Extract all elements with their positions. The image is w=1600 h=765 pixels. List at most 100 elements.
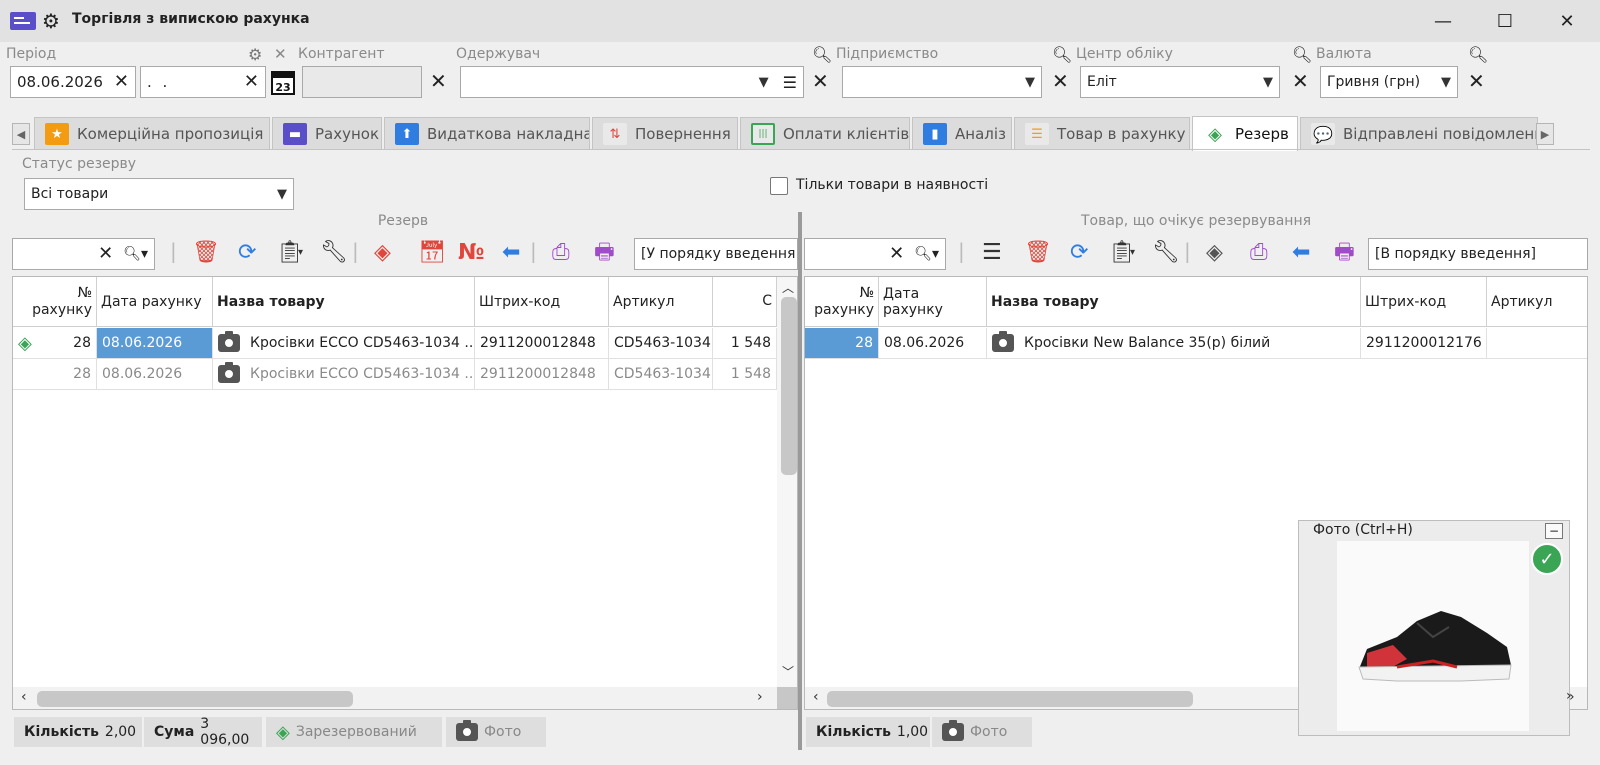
recipient-list-icon[interactable]: ☰ (783, 73, 797, 92)
left-vscroll-thumb[interactable] (781, 297, 797, 475)
recipient-clear-icon[interactable]: ✕ (812, 71, 829, 91)
left-back-arrow-icon[interactable]: ⬅ (502, 242, 520, 264)
left-col-sum[interactable]: С (713, 277, 777, 327)
right-filter-icon[interactable]: ☰ (982, 242, 1002, 264)
right-hscroll-left-icon[interactable]: ‹ (813, 689, 819, 705)
table-row-name[interactable]: Кросівки New Balance 35(р) білий (987, 328, 1361, 359)
right-col-barcode[interactable]: Штрих-код (1361, 277, 1487, 327)
table-row[interactable]: 28 (13, 359, 97, 390)
reserved-filter-button[interactable]: ◈ Зарезервований (266, 717, 442, 747)
company-clear-icon[interactable]: ✕ (1052, 71, 1069, 91)
left-calendar-icon[interactable]: 📅︎ (418, 242, 446, 264)
right-reserve-icon[interactable]: ◈ (1206, 242, 1223, 264)
right-col-sku[interactable]: Артикул (1487, 277, 1587, 327)
right-col-name[interactable]: Назва товару (987, 277, 1361, 327)
recipient-select[interactable]: ▼ ☰ (460, 66, 804, 98)
left-col-date[interactable]: Дата рахунку (97, 277, 213, 327)
tabs-scroll-right-icon[interactable]: ▶ (1536, 123, 1554, 145)
tabs-scroll-left-icon[interactable]: ◀ (12, 123, 30, 145)
table-row-name[interactable]: Кросівки ECCO CD5463-1034 ... (213, 359, 475, 390)
company-search-icon[interactable]: 🔍︎ (812, 45, 832, 64)
left-refresh-icon[interactable]: ⟳ (238, 242, 256, 264)
accounting-center-search-icon[interactable]: 🔍︎ (1052, 45, 1072, 64)
right-photo-button[interactable]: Фото (932, 717, 1032, 747)
accounting-center-select[interactable]: Еліт ▼ (1080, 66, 1280, 98)
right-col-num[interactable]: № рахунку (805, 277, 879, 327)
recipient-dropdown-chevron-icon[interactable]: ▼ (759, 75, 769, 90)
calendar-icon[interactable]: 23 (270, 68, 296, 96)
left-clipboard-dropdown-icon[interactable]: ▾ (298, 248, 303, 258)
right-hscroll-thumb[interactable] (827, 691, 1193, 707)
table-row-sku[interactable] (1487, 328, 1587, 359)
left-col-sku[interactable]: Артикул (609, 277, 713, 327)
table-row-date[interactable]: 08.06.2026 (97, 359, 213, 390)
right-wrench-icon[interactable]: 🔧︎ (1152, 242, 1180, 264)
reserve-status-select[interactable]: Всі товари ▼ (24, 178, 294, 210)
table-row-sum[interactable]: 1 548 (713, 359, 777, 390)
reserve-status-chevron-icon[interactable]: ▼ (277, 187, 287, 202)
left-wrench-icon[interactable]: 🔧︎ (320, 242, 348, 264)
right-sort-select[interactable]: [В порядку введення] (1368, 238, 1588, 270)
right-print-icon[interactable]: ⎙ (1250, 242, 1268, 264)
currency-dropdown-chevron-icon[interactable]: ▼ (1441, 75, 1451, 90)
company-select[interactable]: ▼ (842, 66, 1042, 98)
left-col-num[interactable]: № рахунку (13, 277, 97, 327)
left-print-icon[interactable]: ⎙ (552, 242, 570, 264)
left-search-input[interactable]: ✕ 🔍︎▾ (12, 238, 155, 270)
hscroll-left-icon[interactable]: ‹ (21, 689, 27, 705)
table-row-barcode[interactable]: 2911200012176 (1361, 328, 1487, 359)
right-print-preview-icon[interactable]: 🖶︎ (1334, 242, 1355, 264)
left-number-icon[interactable]: № (458, 242, 484, 264)
left-print-preview-icon[interactable]: 🖶︎ (594, 242, 615, 264)
left-col-barcode[interactable]: Штрих-код (475, 277, 609, 327)
left-photo-button[interactable]: Фото (446, 717, 546, 747)
period-from-field[interactable]: 08.06.2026 ✕ (10, 66, 136, 98)
accounting-center-clear-icon[interactable]: ✕ (1292, 71, 1309, 91)
table-row[interactable]: 28 (805, 328, 879, 359)
hscroll-right-icon[interactable]: › (757, 689, 763, 705)
table-row-sum[interactable]: 1 548 (713, 328, 777, 359)
currency-clear-icon[interactable]: ✕ (1468, 71, 1485, 91)
photo-collapse-button[interactable]: − (1545, 523, 1563, 539)
tab-client-payments[interactable]: ||| Оплати клієнтів (740, 117, 910, 150)
table-row-date[interactable]: 08.06.2026 (97, 328, 213, 359)
counterparty-field[interactable] (302, 66, 422, 98)
right-search-input[interactable]: ✕ 🔍︎▾ (804, 238, 946, 270)
left-hscroll-thumb[interactable] (37, 691, 353, 707)
table-row-barcode[interactable]: 2911200012848 (475, 328, 609, 359)
photo-confirm-check-icon[interactable]: ✓ (1531, 543, 1563, 575)
table-row-barcode[interactable]: 2911200012848 (475, 359, 609, 390)
right-search-icon[interactable]: 🔍︎▾ (914, 246, 939, 262)
right-search-clear-icon[interactable]: ✕ (889, 245, 904, 263)
camera-icon[interactable] (992, 331, 1014, 352)
left-search-icon[interactable]: 🔍︎▾ (123, 246, 148, 262)
photo-panel-right-arrow-icon[interactable]: › (1566, 688, 1572, 704)
currency-search-icon[interactable]: 🔍︎ (1292, 45, 1312, 64)
left-search-clear-icon[interactable]: ✕ (98, 245, 113, 263)
table-row[interactable]: 28 (37, 328, 97, 359)
table-row-name[interactable]: Кросівки ECCO CD5463-1034 ... (213, 328, 475, 359)
close-button[interactable]: ✕ (1544, 6, 1590, 36)
extra-search-icon[interactable]: 🔍︎ (1468, 45, 1488, 64)
right-clipboard-dropdown-icon[interactable]: ▾ (1130, 248, 1135, 258)
table-row-date[interactable]: 08.06.2026 (879, 328, 987, 359)
settings-gear-icon[interactable]: ⚙ (42, 9, 60, 33)
tab-analysis[interactable]: ▮ Аналіз (912, 117, 1012, 150)
camera-icon[interactable] (218, 362, 240, 383)
tab-reserve[interactable]: ◈ Резерв (1192, 116, 1298, 151)
tab-sent-messages[interactable]: 💬 Відправлені повідомлення (1300, 117, 1538, 150)
period-to-clear-icon[interactable]: ✕ (244, 73, 259, 91)
maximize-button[interactable]: ☐ (1482, 6, 1528, 36)
tab-goods-in-invoice[interactable]: ☰ Товар в рахунку (1014, 117, 1190, 150)
right-col-date[interactable]: Дата рахунку (879, 277, 987, 327)
left-vertical-scrollbar[interactable]: ︿ ﹀ (777, 277, 797, 687)
period-clear-icon[interactable]: ✕ (274, 45, 287, 63)
table-row-sku[interactable]: CD5463-1034 (609, 328, 713, 359)
left-delete-icon[interactable]: 🗑︎ (192, 242, 220, 264)
period-to-field[interactable]: . . ✕ (140, 66, 266, 98)
right-delete-icon[interactable]: 🗑︎ (1024, 242, 1052, 264)
right-back-arrow-icon[interactable]: ⬅ (1292, 242, 1310, 264)
accounting-center-dropdown-chevron-icon[interactable]: ▼ (1263, 75, 1273, 90)
camera-icon[interactable] (218, 331, 240, 352)
period-from-clear-icon[interactable]: ✕ (114, 73, 129, 91)
